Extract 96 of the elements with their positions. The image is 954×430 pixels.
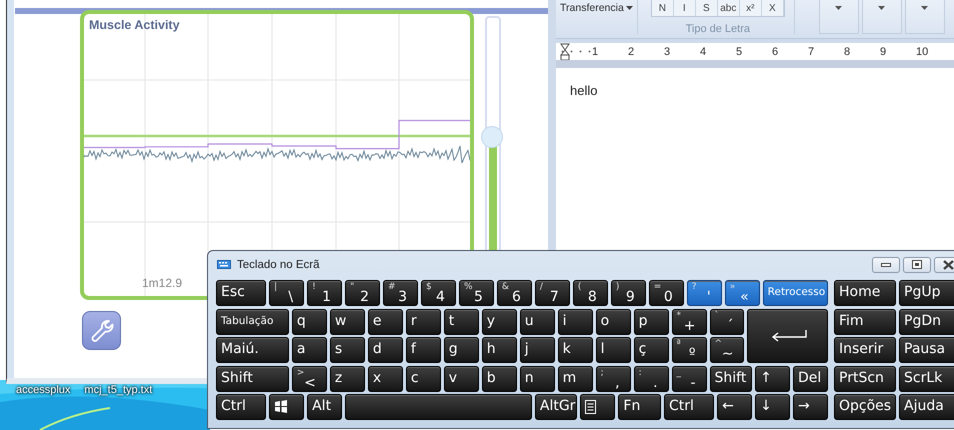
key[interactable]: p (634, 308, 669, 334)
ruler-number: 4 (700, 46, 736, 58)
key[interactable]: ← (717, 394, 752, 420)
key[interactable]: ScrLk (899, 366, 954, 392)
key[interactable]: PgUp (899, 280, 954, 306)
key[interactable]: : . (634, 366, 669, 392)
key[interactable]: Fn (618, 394, 661, 420)
key[interactable]: ; , (596, 366, 631, 392)
key[interactable]: ` ´ (710, 308, 744, 334)
key[interactable]: → (793, 394, 828, 420)
key[interactable]: y (482, 308, 517, 334)
key[interactable]: ↓ (755, 394, 790, 420)
ruler-number: 3 (664, 46, 700, 58)
ruler-number: 7 (808, 46, 844, 58)
key[interactable]: Retrocesso (762, 280, 828, 306)
key[interactable]: # 3 (383, 280, 418, 306)
key[interactable]: AltGr (534, 394, 578, 420)
key[interactable]: j (520, 337, 555, 363)
key[interactable]: Esc (216, 280, 266, 306)
key[interactable]: = 0 (648, 280, 684, 306)
format-button[interactable]: abc (718, 0, 740, 16)
key[interactable]: Home (834, 280, 896, 306)
key[interactable]: i (558, 308, 593, 334)
key[interactable]: / 7 (534, 280, 570, 306)
key[interactable]: Ctrl (216, 394, 266, 420)
key[interactable]: Maiú. (216, 337, 289, 363)
group-label: Tipo de Letra (686, 23, 750, 35)
window-title: Teclado no Ecrã (237, 258, 320, 270)
format-button[interactable]: X (762, 0, 784, 16)
key[interactable]: m (558, 366, 593, 392)
key[interactable]: ^ ~ (710, 337, 744, 363)
key[interactable]: b (482, 366, 517, 392)
key[interactable]: t (444, 308, 479, 334)
ruler-number: 9 (880, 46, 916, 58)
key[interactable]: c (406, 366, 441, 392)
key[interactable]: _ - (672, 366, 707, 392)
key[interactable]: g (444, 337, 479, 363)
key[interactable]: | \ (269, 280, 304, 306)
key[interactable]: f (406, 337, 441, 363)
key[interactable]: Ajuda (899, 394, 954, 420)
key[interactable]: e (368, 308, 403, 334)
key[interactable]: ) 9 (610, 280, 646, 306)
key[interactable]: Inserir (834, 337, 896, 363)
key[interactable]: " 2 (345, 280, 380, 306)
key[interactable]: k (558, 337, 593, 363)
format-button[interactable]: x² (740, 0, 762, 16)
key[interactable]: r (406, 308, 441, 334)
clipboard-button[interactable]: Transferencia (560, 2, 633, 14)
key[interactable]: o (596, 308, 631, 334)
key[interactable]: ? ' (686, 280, 722, 306)
ruler-number: 2 (628, 46, 664, 58)
key[interactable]: Alt (307, 394, 342, 420)
key[interactable]: > < (292, 366, 327, 392)
key[interactable]: h (482, 337, 517, 363)
key[interactable]: Opções (834, 394, 896, 420)
key[interactable]: Ctrl (664, 394, 714, 420)
document-text: hello (570, 83, 598, 98)
ruler-number: 8 (844, 46, 880, 58)
key[interactable]: $ 4 (421, 280, 456, 306)
key[interactable]: Tabulação (216, 308, 289, 334)
key[interactable]: l (596, 337, 631, 363)
ruler-number: 1 (592, 46, 628, 58)
key[interactable]: w (330, 308, 365, 334)
key[interactable]: PgDn (899, 308, 954, 334)
key[interactable]: Del (793, 366, 828, 392)
key[interactable]: v (444, 366, 479, 392)
key[interactable]: ª º (672, 337, 707, 363)
ruler-number: 6 (772, 46, 808, 58)
key[interactable]: n (520, 366, 555, 392)
ruler-number: 5 (736, 46, 772, 58)
format-button[interactable]: N (652, 0, 674, 16)
time-label: 1m12.9 (142, 276, 182, 290)
key[interactable]: u (520, 308, 555, 334)
key[interactable]: % 5 (458, 280, 494, 306)
key[interactable]: Shift (710, 366, 752, 392)
key[interactable]: ↑ (755, 366, 790, 392)
key[interactable]: d (368, 337, 403, 363)
key[interactable]: ! 1 (307, 280, 342, 306)
key[interactable]: Fim (834, 308, 896, 334)
key[interactable]: Shift (216, 366, 289, 392)
chart-title: Muscle Activity (89, 18, 180, 32)
key[interactable]: x (368, 366, 403, 392)
format-button[interactable]: S (696, 0, 718, 16)
key[interactable]: Pausa (899, 337, 954, 363)
format-button[interactable]: I (674, 0, 696, 16)
key[interactable]: s (330, 337, 365, 363)
key[interactable]: ç (634, 337, 669, 363)
key[interactable]: a (292, 337, 327, 363)
key[interactable]: PrtScn (834, 366, 896, 392)
key[interactable]: z (330, 366, 365, 392)
ruler-number: 10 (916, 46, 952, 58)
key[interactable]: & 6 (496, 280, 532, 306)
key[interactable]: q (292, 308, 327, 334)
key[interactable]: * + (672, 308, 707, 334)
key[interactable]: ( 8 (572, 280, 608, 306)
key[interactable]: » « (724, 280, 760, 306)
